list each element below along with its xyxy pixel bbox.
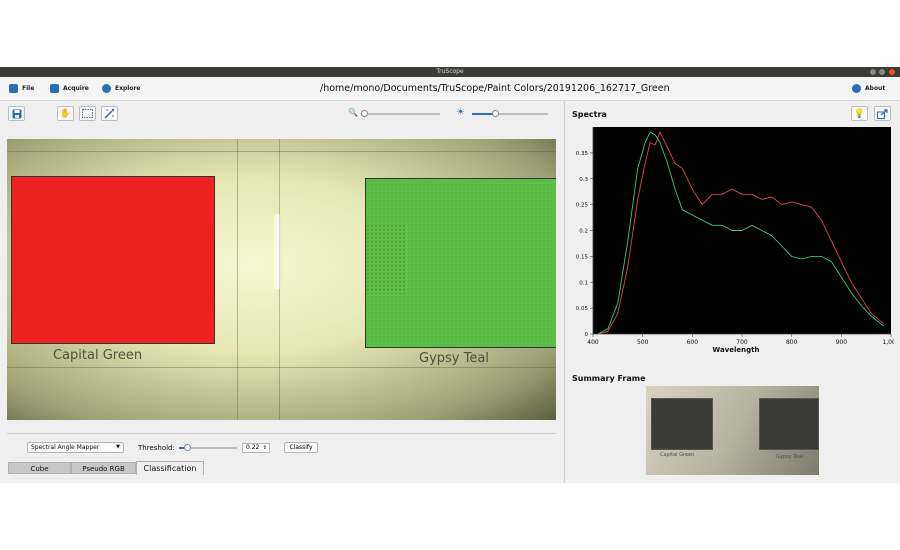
threshold-slider-knob[interactable] [184, 444, 191, 451]
classification-controls: Spectral Angle Mapper ▼ Threshold: 0.22 … [7, 433, 556, 456]
x-tick-label: 400 [587, 339, 599, 346]
menu-acquire[interactable]: Acquire [50, 84, 89, 93]
y-tick-label: 0.15 [576, 254, 589, 260]
save-button[interactable] [8, 106, 25, 121]
camera-icon [50, 84, 59, 93]
menu-about[interactable]: About [852, 84, 885, 93]
x-tick-label: 900 [836, 339, 848, 346]
summary-left-label: Capital Green [660, 452, 695, 458]
bulb-button[interactable]: 💡 [851, 106, 868, 121]
export-icon [877, 108, 888, 119]
tab-classification[interactable]: Classification [136, 461, 204, 475]
save-icon [12, 109, 21, 118]
threshold-slider[interactable] [179, 444, 237, 451]
brightness-slider-knob[interactable] [491, 110, 499, 117]
close-button[interactable] [889, 69, 895, 75]
title-bar: TruScope [0, 67, 900, 77]
right-swatch-label: Gypsy Teal [419, 351, 489, 366]
spectra-chart[interactable]: 400 500 600 700 800 900 1,000 0 0.05 0.1 0.15 0.2 0.… [570, 123, 894, 369]
panel-splitter[interactable] [564, 101, 565, 483]
classification-method-value: Spectral Angle Mapper [31, 444, 100, 451]
file-icon [9, 84, 18, 93]
chevron-down-icon: ▼ [116, 444, 120, 450]
brightness-icon: ☀ [456, 107, 465, 118]
summary-right-label: Gypsy Teal [776, 454, 803, 460]
zoom-slider-knob[interactable] [361, 110, 368, 117]
menu-acquire-label: Acquire [63, 85, 89, 92]
classify-button[interactable]: Classify [284, 442, 318, 453]
classified-pixels-dense [366, 224, 406, 294]
panel-edge-bottom [7, 367, 556, 368]
lightbulb-icon: 💡 [853, 108, 866, 119]
x-tick-label: 1,000 [882, 339, 894, 346]
menu-file-label: File [22, 85, 35, 92]
x-tick-label: 500 [637, 339, 649, 346]
compass-icon [102, 84, 111, 93]
menu-explore[interactable]: Explore [102, 84, 140, 93]
select-region-button[interactable] [79, 106, 96, 121]
export-button[interactable] [874, 106, 891, 121]
menu-file[interactable]: File [9, 84, 34, 93]
app-window: TruScope File Acquire Explore /home/mono… [0, 67, 900, 483]
info-icon [852, 84, 861, 93]
tab-cube[interactable]: Cube [8, 462, 71, 474]
file-path-title: /home/mono/Documents/TruScope/Paint Colo… [320, 83, 670, 94]
x-tick-label: 700 [736, 339, 748, 346]
zoom-slider[interactable] [361, 110, 440, 117]
classification-method-select[interactable]: Spectral Angle Mapper ▼ [27, 442, 124, 453]
hand-icon: ✋ [59, 108, 72, 119]
zoom-icon: 🔍 [348, 108, 358, 117]
menu-about-label: About [865, 85, 886, 92]
threshold-spinbox[interactable]: 0.22 ⇕ [242, 443, 270, 453]
maximize-button[interactable] [879, 69, 885, 75]
summary-frame-title: Summary Frame [572, 374, 646, 383]
y-tick-label: 0.1 [579, 280, 588, 286]
brightness-slider[interactable] [472, 110, 548, 117]
spin-arrows-icon[interactable]: ⇕ [263, 444, 267, 452]
panel-edge-top [7, 151, 556, 152]
menu-bar: File Acquire Explore /home/mono/Document… [0, 77, 900, 101]
x-axis-title: Wavelength [713, 346, 760, 354]
y-tick-label: 0.05 [576, 306, 589, 312]
x-tick-label: 800 [786, 339, 798, 346]
green-paint-swatch [365, 178, 556, 348]
magic-wand-button[interactable] [101, 106, 118, 121]
left-swatch-label: Capital Green [53, 348, 143, 363]
hyperspectral-image-view[interactable]: Capital Green Gypsy Teal [7, 139, 556, 420]
minimize-button[interactable] [870, 69, 876, 75]
summary-right-swatch [759, 398, 819, 450]
magic-wand-icon [104, 108, 115, 119]
y-tick-label: 0.3 [579, 177, 588, 183]
red-paint-swatch [11, 176, 215, 344]
threshold-label: Threshold: [138, 444, 175, 452]
tab-pseudo-rgb[interactable]: Pseudo RGB [71, 462, 136, 474]
panel-edge-left [237, 139, 238, 420]
selection-icon [82, 109, 93, 118]
window-title: TruScope [436, 68, 464, 75]
tape-strip [273, 214, 282, 289]
pan-tool-button[interactable]: ✋ [57, 106, 74, 121]
y-tick-label: 0.35 [576, 151, 589, 157]
y-tick-label: 0.25 [576, 203, 589, 209]
summary-frame-thumbnail[interactable]: Capital Green Gypsy Teal [646, 386, 819, 475]
spectra-title: Spectra [572, 110, 607, 119]
y-tick-label: 0 [585, 332, 589, 338]
threshold-value: 0.22 [246, 444, 260, 451]
menu-explore-label: Explore [115, 85, 141, 92]
x-tick-label: 600 [687, 339, 699, 346]
y-tick-label: 0.2 [579, 229, 588, 235]
summary-left-swatch [651, 398, 713, 450]
